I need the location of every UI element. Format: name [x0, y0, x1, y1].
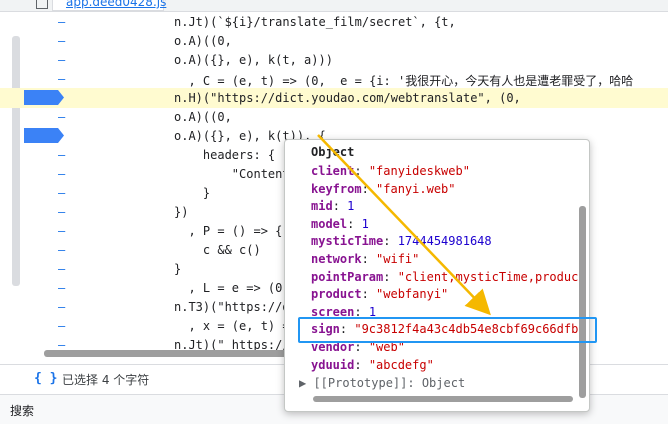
line-gutter-dash[interactable]: – [58, 53, 65, 67]
line-gutter-dash[interactable]: – [58, 300, 65, 314]
pretty-print-icon[interactable]: { } [34, 371, 57, 386]
property-row[interactable]: mysticTime: 1744454981648 [311, 234, 492, 248]
property-row[interactable]: mid: 1 [311, 199, 354, 213]
property-value: "webfanyi" [376, 287, 449, 302]
code-text: n.Jt)(`${i}/translate_film/secret`, {t, [174, 15, 456, 29]
selection-info: 已选择 4 个字符 [62, 373, 150, 387]
property-value: "wifi" [376, 252, 420, 266]
code-line[interactable]: – o.A)((0, [0, 107, 668, 127]
line-gutter-dash[interactable]: – [58, 110, 65, 124]
code-text: } [174, 262, 182, 276]
file-tab-label: app.deed0428.js [66, 0, 167, 9]
code-line[interactable]: n.H)("https://dict.youdao.com/webtransla… [0, 88, 668, 108]
code-text: "Content [174, 167, 290, 181]
breakpoint-marker[interactable] [24, 90, 64, 105]
property-key: network [311, 252, 362, 266]
property-key: model [311, 216, 348, 231]
code-text: } [174, 186, 211, 200]
property-row[interactable]: yduuid: "abcdefg" [311, 358, 434, 372]
property-value: "fanyideskweb" [368, 164, 470, 178]
property-key: mysticTime [311, 234, 384, 249]
code-line[interactable]: – o.A)({}, e), k(t, a))) [0, 50, 668, 70]
property-row[interactable]: pointParam: "client,mysticTime,produc [311, 270, 578, 284]
breakpoint-marker[interactable] [24, 128, 64, 143]
line-gutter-dash[interactable]: – [58, 167, 65, 181]
property-separator: : [361, 252, 377, 266]
property-key: mid [311, 199, 333, 214]
popup-vertical-scrollbar[interactable] [579, 206, 586, 398]
property-row[interactable]: keyfrom: "fanyi.web" [311, 182, 456, 196]
code-text: n.T3)("https://d [174, 300, 290, 314]
property-value: 1 [361, 216, 369, 231]
editor-horizontal-scrollbar[interactable] [44, 350, 294, 357]
popup-horizontal-scrollbar[interactable] [313, 396, 573, 402]
code-text: , P = () => { [174, 224, 283, 238]
property-separator: : [347, 216, 362, 231]
property-separator: : [354, 357, 369, 372]
property-value: "client,mysticTime,produc [397, 269, 579, 284]
code-text: o.A)((0, [174, 110, 232, 124]
property-key: pointParam [311, 269, 384, 284]
property-separator: : [332, 199, 348, 214]
prototype-row[interactable]: ▶ [[Prototype]]: Object [299, 376, 465, 390]
line-gutter-dash[interactable]: – [58, 148, 65, 162]
property-separator: : [354, 164, 369, 178]
code-line[interactable]: – n.Jt)(`${i}/translate_film/secret`, {t, [0, 12, 668, 32]
prototype-label: [[Prototype]]: Object [313, 376, 466, 390]
code-text: o.A)({}, e), k(t, a))) [174, 53, 333, 67]
property-separator: : [361, 287, 377, 302]
line-gutter-dash[interactable]: – [58, 281, 65, 295]
line-gutter-dash[interactable]: – [58, 205, 65, 219]
search-label: 搜索 [10, 404, 35, 418]
file-tab[interactable]: app.deed0428.js [52, 0, 167, 11]
property-value: 1 [347, 199, 355, 214]
line-gutter-dash[interactable]: – [58, 34, 65, 48]
property-key: keyfrom [311, 181, 362, 196]
property-key: client [311, 164, 355, 178]
property-key: product [311, 287, 362, 302]
property-row[interactable]: model: 1 [311, 217, 369, 231]
code-text: , x = (e, t) = [174, 319, 290, 333]
line-gutter-dash[interactable]: – [58, 319, 65, 333]
property-row[interactable]: network: "wifi" [311, 252, 419, 266]
property-separator: : [383, 234, 398, 249]
object-preview-popup: Object client: "fanyideskweb" keyfrom: "f… [284, 139, 590, 412]
code-line[interactable]: – o.A)((0, [0, 31, 668, 51]
code-text: , L = e => (0, [174, 281, 290, 295]
file-icon [36, 0, 48, 9]
line-gutter-dash[interactable]: – [58, 15, 65, 29]
file-tab-bar: app.deed0428.js [0, 0, 668, 12]
property-separator: : [361, 181, 377, 196]
code-text: , C = (e, t) => (0, e = {i: '我很开心，今天有人也是… [174, 74, 634, 88]
property-value: "fanyi.web" [376, 181, 456, 196]
code-text: }) [174, 205, 189, 219]
line-gutter-dash[interactable]: – [58, 72, 65, 86]
property-key: yduuid [311, 357, 355, 372]
code-text: c && c() [174, 243, 261, 257]
line-gutter-dash[interactable]: – [58, 243, 65, 257]
property-value: 1744454981648 [397, 234, 492, 249]
line-gutter-dash[interactable]: – [58, 224, 65, 238]
code-line[interactable]: – , C = (e, t) => (0, e = {i: '我很开心，今天有人… [0, 69, 668, 89]
code-text: n.H)("https://dict.youdao.com/webtransla… [174, 91, 521, 105]
popup-title: Object [311, 145, 355, 159]
property-value: "abcdefg" [368, 357, 434, 372]
property-row[interactable]: client: "fanyideskweb" [311, 164, 470, 178]
sign-highlight-box [298, 317, 597, 343]
property-row[interactable]: product: "webfanyi" [311, 287, 448, 301]
line-gutter-dash[interactable]: – [58, 262, 65, 276]
code-text: o.A)((0, [174, 34, 232, 48]
property-separator: : [383, 269, 398, 284]
code-text: headers: { [174, 148, 276, 162]
line-gutter-dash[interactable]: – [58, 186, 65, 200]
